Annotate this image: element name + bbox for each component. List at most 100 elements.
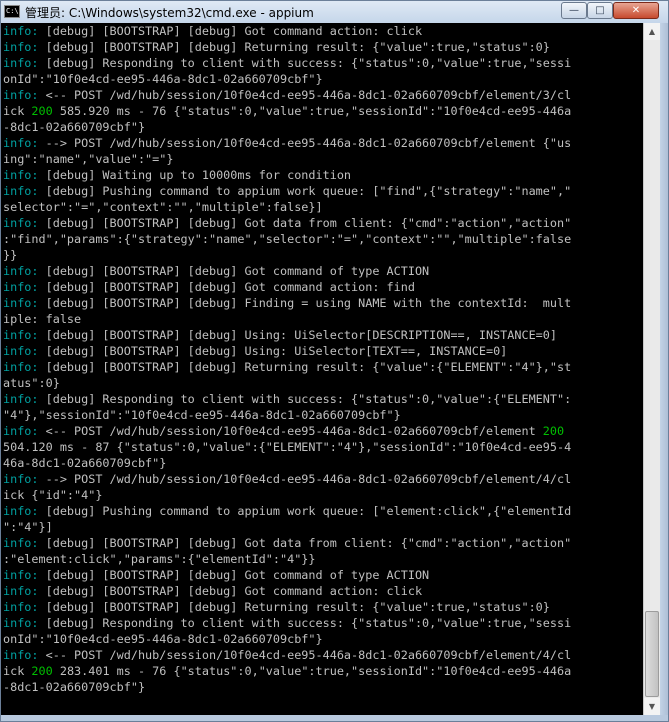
scroll-down-arrow-icon[interactable]: ▼ (644, 698, 660, 715)
log-text-continued: 585.920 ms - 76 {"status":0,"value":true… (52, 104, 572, 118)
window-frame-right (660, 23, 668, 721)
log-level-tag: info: (3, 344, 39, 358)
minimize-button[interactable]: — (561, 2, 587, 19)
log-level-tag: info: (3, 568, 39, 582)
log-text: selector":"=","context":"","multiple":fa… (3, 200, 323, 214)
log-text: [debug] Responding to client with succes… (38, 392, 572, 406)
console-line: info: [debug] Pushing command to appium … (1, 503, 643, 519)
log-level-tag: info: (3, 56, 39, 70)
cmd-icon[interactable]: C:\ (4, 5, 20, 18)
log-level-tag: info: (3, 600, 39, 614)
log-text: <-- POST /wd/hub/session/10f0e4cd-ee95-4… (38, 88, 572, 102)
log-text: ick (3, 104, 32, 118)
console-line: info: --> POST /wd/hub/session/10f0e4cd-… (1, 471, 643, 487)
scroll-thumb[interactable] (645, 611, 659, 697)
log-text: [debug] Responding to client with succes… (38, 56, 572, 70)
log-level-tag: info: (3, 328, 39, 342)
console-line: info: [debug] [BOOTSTRAP] [debug] Using:… (1, 343, 643, 359)
console-line: :"element:click","params":{"elementId":"… (1, 551, 643, 567)
console-line: selector":"=","context":"","multiple":fa… (1, 199, 643, 215)
console-line: info: --> POST /wd/hub/session/10f0e4cd-… (1, 135, 643, 151)
log-text: [debug] [BOOTSTRAP] [debug] Using: UiSel… (38, 328, 557, 342)
log-level-tag: info: (3, 472, 39, 486)
log-text: [debug] [BOOTSTRAP] [debug] Finding = us… (38, 296, 572, 310)
console-line: :"find","params":{"strategy":"name","sel… (1, 231, 643, 247)
console-line: }} (1, 247, 643, 263)
log-text: [debug] [BOOTSTRAP] [debug] Got command … (38, 280, 415, 294)
console-output[interactable]: info: [debug] [BOOTSTRAP] [debug] Got co… (1, 23, 643, 715)
log-text: [debug] [BOOTSTRAP] [debug] Got command … (38, 568, 430, 582)
log-text: [debug] Responding to client with succes… (38, 616, 572, 630)
log-text: :"element:click","params":{"elementId":"… (3, 552, 316, 566)
console-line: info: [debug] [BOOTSTRAP] [debug] Got co… (1, 23, 643, 39)
log-text: [debug] [BOOTSTRAP] [debug] Got data fro… (38, 536, 572, 550)
close-button[interactable]: ✕ (613, 2, 659, 19)
log-level-tag: info: (3, 40, 39, 54)
log-level-tag: info: (3, 504, 39, 518)
scroll-up-arrow-icon[interactable]: ▲ (644, 23, 660, 40)
console-line: 46a-8dc1-02a660709cbf"} (1, 455, 643, 471)
console-line: info: [debug] Pushing command to appium … (1, 183, 643, 199)
console-line: info: [debug] [BOOTSTRAP] [debug] Return… (1, 359, 643, 375)
log-text: ick {"id":"4"} (3, 488, 103, 502)
log-text: [debug] Waiting up to 10000ms for condit… (38, 168, 352, 182)
console-line: ick {"id":"4"} (1, 487, 643, 503)
log-text: [debug] [BOOTSTRAP] [debug] Returning re… (38, 40, 550, 54)
console-line: info: <-- POST /wd/hub/session/10f0e4cd-… (1, 87, 643, 103)
window-title: 管理员: C:\Windows\system32\cmd.exe - appiu… (25, 6, 314, 20)
log-text: --> POST /wd/hub/session/10f0e4cd-ee95-4… (38, 136, 572, 150)
log-text-continued: 283.401 ms - 76 {"status":0,"value":true… (52, 664, 572, 678)
http-status-code: 200 (542, 424, 565, 438)
log-level-tag: info: (3, 360, 39, 374)
log-level-tag: info: (3, 392, 39, 406)
window-frame-bottom (1, 715, 668, 721)
vertical-scrollbar[interactable]: ▲ ▼ (643, 23, 660, 715)
console-line: iple: false (1, 311, 643, 327)
log-text: [debug] Pushing command to appium work q… (38, 184, 572, 198)
console-line: ing":"name","value":"="} (1, 151, 643, 167)
log-text: 504.120 ms - 87 {"status":0,"value":{"EL… (3, 440, 572, 454)
console-line: -8dc1-02a660709cbf"} (1, 679, 643, 695)
console-line: info: [debug] [BOOTSTRAP] [debug] Got co… (1, 263, 643, 279)
log-text: [debug] [BOOTSTRAP] [debug] Got data fro… (38, 216, 572, 230)
console-line: info: [debug] Responding to client with … (1, 391, 643, 407)
log-text: iple: false (3, 312, 82, 326)
log-level-tag: info: (3, 424, 39, 438)
log-text: [debug] [BOOTSTRAP] [debug] Got command … (38, 584, 423, 598)
log-text: [debug] [BOOTSTRAP] [debug] Got command … (38, 264, 430, 278)
log-text: [debug] [BOOTSTRAP] [debug] Got command … (38, 24, 423, 38)
console-line: ick 200 283.401 ms - 76 {"status":0,"val… (1, 663, 643, 679)
log-level-tag: info: (3, 88, 39, 102)
console-line: info: [debug] [BOOTSTRAP] [debug] Got co… (1, 279, 643, 295)
http-status-code: 200 (31, 104, 53, 118)
log-level-tag: info: (3, 136, 39, 150)
title-bar[interactable]: C:\ 管理员: C:\Windows\system32\cmd.exe - a… (1, 1, 668, 23)
console-line: "4"},"sessionId":"10f0e4cd-ee95-446a-8dc… (1, 407, 643, 423)
console-line: 504.120 ms - 87 {"status":0,"value":{"EL… (1, 439, 643, 455)
console-line: info: [debug] [BOOTSTRAP] [debug] Using:… (1, 327, 643, 343)
log-text: <-- POST /wd/hub/session/10f0e4cd-ee95-4… (38, 648, 572, 662)
console-line: info: [debug] Waiting up to 10000ms for … (1, 167, 643, 183)
console-line: info: [debug] [BOOTSTRAP] [debug] Got da… (1, 215, 643, 231)
log-text: :"find","params":{"strategy":"name","sel… (3, 232, 572, 246)
console-line: info: [debug] [BOOTSTRAP] [debug] Findin… (1, 295, 643, 311)
console-line: -8dc1-02a660709cbf"} (1, 119, 643, 135)
log-level-tag: info: (3, 616, 39, 630)
console-line: info: [debug] Responding to client with … (1, 55, 643, 71)
log-level-tag: info: (3, 216, 39, 230)
console-line: info: [debug] Responding to client with … (1, 615, 643, 631)
console-line: atus":0} (1, 375, 643, 391)
log-level-tag: info: (3, 584, 39, 598)
log-text: onId":"10f0e4cd-ee95-446a-8dc1-02a660709… (3, 72, 323, 86)
log-text: onId":"10f0e4cd-ee95-446a-8dc1-02a660709… (3, 632, 323, 646)
console-line: onId":"10f0e4cd-ee95-446a-8dc1-02a660709… (1, 71, 643, 87)
console-line: info: [debug] [BOOTSTRAP] [debug] Return… (1, 599, 643, 615)
http-status-code: 200 (31, 664, 53, 678)
maximize-button[interactable]: □ (587, 2, 613, 19)
log-text: --> POST /wd/hub/session/10f0e4cd-ee95-4… (38, 472, 572, 486)
console-line: info: <-- POST /wd/hub/session/10f0e4cd-… (1, 423, 643, 439)
log-text: -8dc1-02a660709cbf"} (3, 680, 146, 694)
console-line: info: [debug] [BOOTSTRAP] [debug] Got co… (1, 567, 643, 583)
log-level-tag: info: (3, 24, 39, 38)
log-text: -8dc1-02a660709cbf"} (3, 120, 146, 134)
